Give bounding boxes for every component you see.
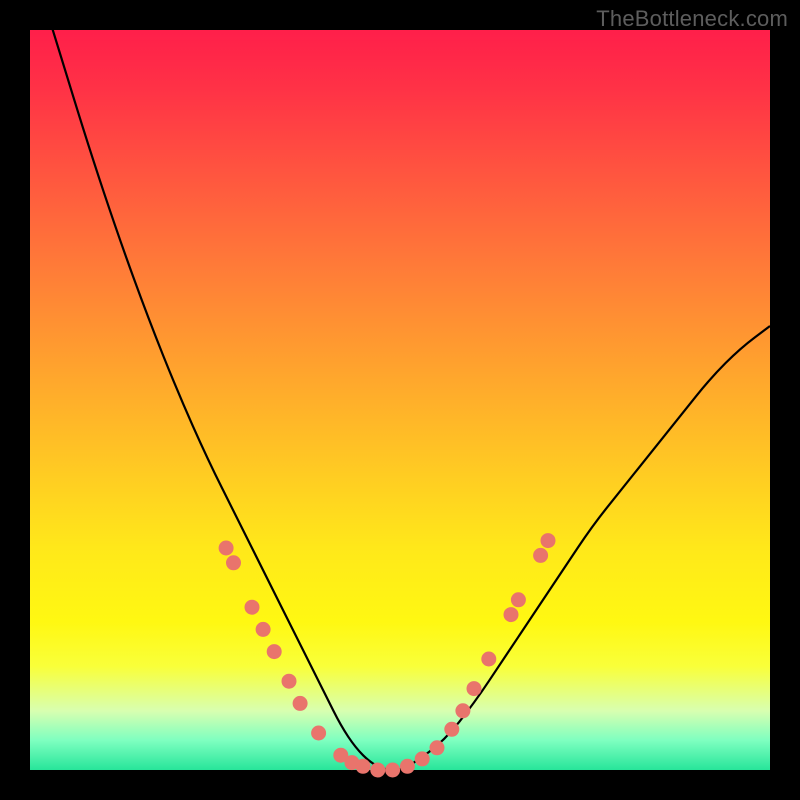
data-marker (456, 704, 470, 718)
data-marker (400, 759, 414, 773)
bottleneck-curve (30, 0, 770, 770)
data-marker (293, 696, 307, 710)
data-marker (227, 556, 241, 570)
data-marker (282, 674, 296, 688)
data-marker (415, 752, 429, 766)
data-marker (267, 645, 281, 659)
data-marker (256, 622, 270, 636)
plot-area (30, 30, 770, 770)
data-marker (356, 759, 370, 773)
data-marker (445, 722, 459, 736)
attribution-label: TheBottleneck.com (596, 6, 788, 32)
marker-group (219, 534, 555, 777)
curve-svg (30, 30, 770, 770)
data-marker (430, 741, 444, 755)
data-marker (511, 593, 525, 607)
data-marker (504, 608, 518, 622)
data-marker (482, 652, 496, 666)
data-marker (386, 763, 400, 777)
data-marker (534, 548, 548, 562)
data-marker (312, 726, 326, 740)
data-marker (371, 763, 385, 777)
data-marker (467, 682, 481, 696)
data-marker (541, 534, 555, 548)
data-marker (245, 600, 259, 614)
chart-frame: TheBottleneck.com (0, 0, 800, 800)
data-marker (219, 541, 233, 555)
